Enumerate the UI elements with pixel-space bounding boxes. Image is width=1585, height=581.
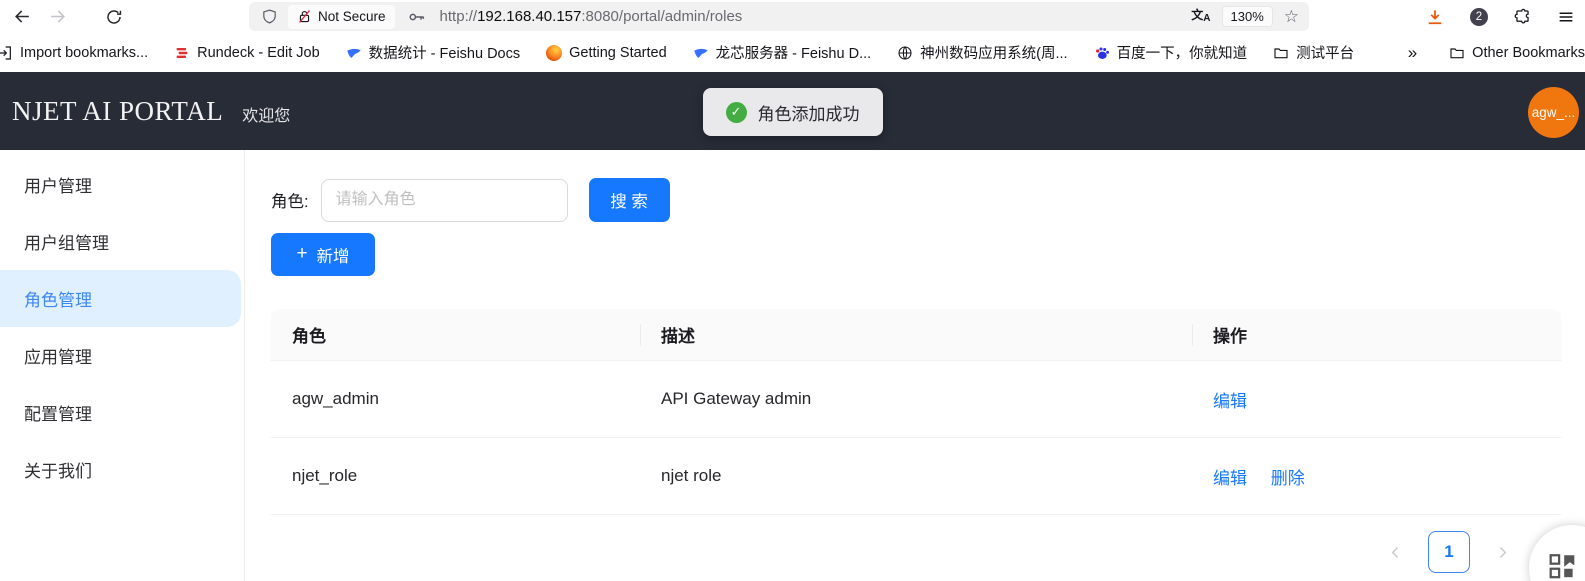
table-row: njet_role njet role 编辑 删除	[271, 438, 1561, 515]
screenshot-grid-icon[interactable]	[1549, 553, 1576, 580]
role-search-input[interactable]	[321, 179, 568, 222]
bookmark-test-platform-folder[interactable]: 测试平台	[1273, 42, 1354, 63]
translate-button[interactable]: 文A	[1191, 9, 1210, 24]
sidebar-item-role-management[interactable]: 角色管理	[0, 270, 241, 327]
bookmark-import[interactable]: Import bookmarks...	[2, 45, 148, 61]
broken-lock-icon	[297, 9, 312, 24]
sidebar-item-app-management[interactable]: 应用管理	[0, 327, 244, 384]
cell-description: njet role	[640, 466, 1192, 486]
bookmark-label: 龙芯服务器 - Feishu D...	[716, 42, 872, 63]
sidebar-nav: 用户管理 用户组管理 角色管理 应用管理 配置管理 关于我们	[0, 150, 245, 581]
user-avatar[interactable]: agw_...	[1528, 87, 1579, 138]
prev-page-button[interactable]	[1387, 544, 1404, 561]
app-title: NJET AI PORTAL	[12, 96, 223, 127]
bookmark-label: 百度一下，你就知道	[1117, 42, 1248, 63]
bookmark-getting-started[interactable]: Getting Started	[546, 45, 667, 61]
forward-button[interactable]	[45, 5, 69, 29]
baidu-paw-icon	[1094, 45, 1110, 61]
rundeck-icon	[174, 45, 190, 61]
role-search-label: 角色:	[271, 188, 309, 212]
page-number-current[interactable]: 1	[1428, 531, 1470, 573]
table-header-row: 角色 描述 操作	[271, 309, 1561, 361]
other-bookmarks[interactable]: Other Bookmarks	[1449, 45, 1585, 61]
toast-message: 角色添加成功	[758, 100, 860, 125]
cell-role: njet_role	[271, 466, 640, 486]
success-check-icon: ✓	[726, 102, 747, 123]
pagination: 1	[271, 531, 1561, 573]
globe-icon	[897, 45, 913, 61]
feishu-icon	[346, 45, 362, 61]
delete-link[interactable]: 删除	[1271, 469, 1305, 488]
menu-hamburger-icon[interactable]	[1557, 8, 1575, 26]
edit-link[interactable]: 编辑	[1213, 392, 1247, 411]
chevron-right-icon	[1494, 544, 1511, 561]
bookmarks-overflow-chevron-icon[interactable]: »	[1408, 43, 1423, 63]
bookmark-label: Getting Started	[569, 45, 667, 61]
column-header-description: 描述	[640, 309, 1192, 360]
firefox-icon	[546, 45, 562, 61]
bookmark-star-icon[interactable]: ☆	[1284, 8, 1299, 25]
back-arrow-icon	[13, 7, 32, 26]
cell-description: API Gateway admin	[640, 389, 1192, 409]
add-role-button[interactable]: + 新增	[271, 233, 375, 276]
security-label: Not Secure	[318, 9, 386, 24]
translate-icon: 文	[1191, 8, 1203, 22]
back-button[interactable]	[10, 5, 34, 29]
sidebar-item-user-group-management[interactable]: 用户组管理	[0, 213, 244, 270]
sidebar-item-config-management[interactable]: 配置管理	[0, 384, 244, 441]
bookmark-feishu-docs[interactable]: 数据统计 - Feishu Docs	[346, 42, 520, 63]
search-button[interactable]: 搜 索	[589, 178, 670, 222]
reload-button[interactable]	[102, 5, 126, 29]
notification-badge[interactable]: 2	[1470, 8, 1488, 26]
url-path: :8080/portal/admin/roles	[581, 8, 742, 25]
success-toast: ✓ 角色添加成功	[703, 88, 883, 136]
table-row: agw_admin API Gateway admin 编辑	[271, 361, 1561, 438]
bookmark-label: 神州数码应用系统(周...	[920, 42, 1067, 63]
bookmarks-bar: Import bookmarks... Rundeck - Edit Job 数…	[0, 33, 1585, 72]
url-bar[interactable]: Not Secure http://192.168.40.157:8080/po…	[249, 2, 1309, 31]
folder-icon	[1449, 45, 1465, 61]
cell-role: agw_admin	[271, 389, 640, 409]
import-icon	[0, 45, 13, 61]
browser-toolbar: Not Secure http://192.168.40.157:8080/po…	[0, 0, 1585, 33]
bookmark-baidu[interactable]: 百度一下，你就知道	[1094, 42, 1248, 63]
bookmark-label: Rundeck - Edit Job	[197, 45, 320, 61]
main-content: 角色: 搜 索 + 新增 角色 描述 操作 agw_admin API Gate…	[245, 150, 1585, 581]
add-button-label: 新增	[317, 243, 350, 267]
feishu-icon	[693, 45, 709, 61]
forward-arrow-icon	[48, 7, 67, 26]
downloads-button-icon[interactable]	[1425, 7, 1445, 27]
translate-icon-sub: A	[1203, 13, 1210, 24]
other-bookmarks-label: Other Bookmarks	[1472, 45, 1585, 61]
bookmark-rundeck[interactable]: Rundeck - Edit Job	[174, 45, 320, 61]
next-page-button[interactable]	[1494, 544, 1511, 561]
column-header-role: 角色	[271, 309, 640, 360]
sidebar-item-about-us[interactable]: 关于我们	[0, 441, 244, 498]
saved-password-key-icon[interactable]	[407, 7, 427, 27]
chevron-left-icon	[1387, 544, 1404, 561]
extensions-puzzle-icon[interactable]	[1513, 7, 1532, 26]
bookmark-label: 数据统计 - Feishu Docs	[369, 42, 520, 63]
shield-icon[interactable]	[261, 8, 278, 25]
not-secure-chip[interactable]: Not Secure	[288, 5, 395, 29]
bookmark-label: 测试平台	[1296, 42, 1354, 63]
bookmark-loongson[interactable]: 龙芯服务器 - Feishu D...	[693, 42, 872, 63]
app-header: NJET AI PORTAL 欢迎您 ✓ 角色添加成功 agw_...	[0, 72, 1585, 150]
plus-icon: +	[296, 244, 307, 263]
url-scheme: http://	[440, 8, 478, 25]
edit-link[interactable]: 编辑	[1213, 469, 1247, 488]
roles-table: 角色 描述 操作 agw_admin API Gateway admin 编辑 …	[271, 309, 1561, 515]
url-host: 192.168.40.157	[477, 8, 581, 25]
url-text[interactable]: http://192.168.40.157:8080/portal/admin/…	[440, 8, 743, 25]
column-header-actions: 操作	[1192, 309, 1561, 360]
bookmark-shenzhou[interactable]: 神州数码应用系统(周...	[897, 42, 1067, 63]
welcome-text: 欢迎您	[242, 102, 290, 126]
zoom-level-indicator[interactable]: 130%	[1222, 6, 1273, 27]
bookmark-label: Import bookmarks...	[20, 45, 148, 61]
sidebar-item-user-management[interactable]: 用户管理	[0, 156, 244, 213]
folder-icon	[1273, 45, 1289, 61]
reload-icon	[105, 8, 123, 26]
